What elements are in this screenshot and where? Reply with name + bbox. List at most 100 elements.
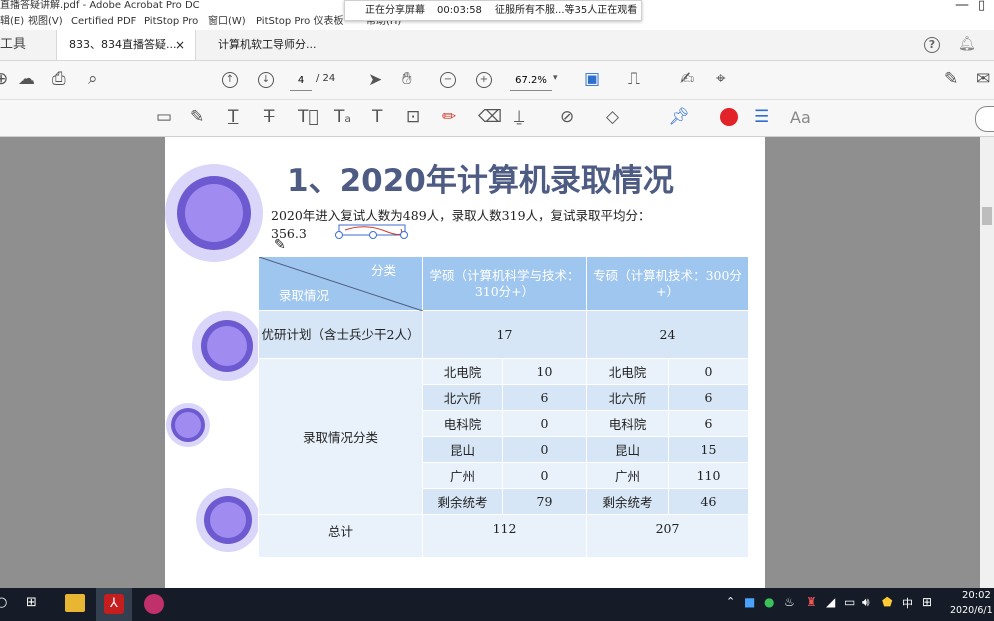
page-number-input[interactable] bbox=[290, 70, 312, 91]
page-heading: 1、2020年计算机录取情况 bbox=[287, 163, 674, 199]
attach-file-icon[interactable]: ⊘ bbox=[560, 107, 574, 127]
total-academic: 112 bbox=[422, 514, 587, 558]
file-explorer-icon[interactable] bbox=[65, 594, 85, 612]
battery-icon[interactable]: ▭ bbox=[844, 595, 855, 609]
wechat-icon[interactable]: ● bbox=[764, 595, 774, 609]
keyboard-icon[interactable]: ⊞ bbox=[922, 595, 932, 609]
sign-icon[interactable]: ✍ bbox=[680, 69, 694, 89]
search-zoom-icon[interactable]: ⌕ bbox=[88, 69, 98, 89]
menu-pitstop-pro[interactable]: PitStop Pro bbox=[144, 13, 198, 30]
upload-cloud-icon[interactable]: ☁ bbox=[18, 69, 35, 89]
show-hidden-icons[interactable]: ⌃ bbox=[726, 595, 735, 608]
admission-table: 分类 录取情况 学硕（计算机科学与技术：310分+） 专硕（计算机技术：300分… bbox=[258, 256, 749, 558]
header-professional: 专硕（计算机技术：300分+） bbox=[586, 256, 749, 311]
menu-edit[interactable]: 辑(E) bbox=[0, 13, 24, 30]
selection-handle-right[interactable] bbox=[400, 231, 408, 239]
color-dot-icon[interactable] bbox=[720, 108, 738, 126]
tab-document-2[interactable]: 计算机软工导师分... bbox=[206, 30, 346, 60]
table-cell: 北电院 bbox=[422, 358, 503, 385]
previous-page-icon[interactable]: ↑ bbox=[222, 72, 238, 88]
row-plan-label: 优研计划（含士兵少干2人） bbox=[258, 310, 423, 359]
header-status-label: 录取情况 bbox=[279, 288, 330, 303]
share-viewers[interactable]: 征服所有不服...等35人正在观看 bbox=[495, 1, 637, 20]
pin-icon[interactable]: 📌︎ bbox=[668, 107, 690, 127]
tray-icon-4[interactable]: ♜ bbox=[806, 595, 817, 609]
select-cursor-icon[interactable]: ➤ bbox=[368, 70, 382, 90]
selection-handle-middle[interactable] bbox=[369, 231, 377, 239]
decorative-circle-1 bbox=[165, 164, 263, 262]
scroll-mode-icon[interactable]: ⎍ bbox=[628, 69, 640, 89]
table-cell: 北六所 bbox=[422, 384, 503, 411]
clock-time[interactable]: 20:02 bbox=[962, 590, 991, 601]
table-cell: 6 bbox=[502, 384, 587, 411]
menu-certified-pdf[interactable]: Certified PDF bbox=[71, 13, 136, 30]
task-view-icon[interactable]: ⊞ bbox=[26, 595, 37, 610]
network-icon[interactable]: ◢ bbox=[826, 595, 835, 609]
tab-bar: 工具 833、834直播答疑... × 计算机软工导师分... ? 🔔︎ bbox=[0, 30, 994, 61]
fit-page-icon[interactable]: ▣ bbox=[584, 69, 600, 89]
help-icon[interactable]: ? bbox=[924, 37, 940, 53]
header-diagonal-cell: 分类 录取情况 bbox=[258, 256, 423, 311]
zoom-level-input[interactable] bbox=[510, 70, 552, 91]
table-cell: 6 bbox=[668, 384, 749, 411]
next-page-icon[interactable]: ↓ bbox=[258, 72, 274, 88]
fill-sign-icon[interactable]: ✎ bbox=[944, 69, 958, 89]
vertical-scrollbar[interactable] bbox=[980, 137, 994, 588]
table-cell: 0 bbox=[502, 462, 587, 489]
notification-bell-icon[interactable]: 🔔︎ bbox=[958, 36, 976, 52]
tab-document-1[interactable]: 833、834直播答疑... × bbox=[56, 30, 196, 60]
share-pill-button[interactable] bbox=[975, 106, 994, 132]
text-box-icon[interactable]: ⊡ bbox=[406, 107, 420, 127]
table-cell: 0 bbox=[502, 436, 587, 463]
zoom-out-icon[interactable]: − bbox=[440, 72, 456, 88]
email-icon[interactable]: ✉ bbox=[976, 69, 990, 89]
tab-close-icon[interactable]: × bbox=[175, 30, 185, 60]
menu-pitstop-dashboard[interactable]: PitStop Pro 仪表板 bbox=[256, 13, 343, 30]
line-weight-icon[interactable]: ☰ bbox=[754, 107, 769, 127]
share-status: 正在分享屏幕 bbox=[365, 5, 425, 16]
tray-icon-3[interactable]: ♨ bbox=[784, 595, 795, 609]
hand-tool-icon[interactable]: ✋︎ bbox=[402, 69, 412, 89]
selection-handle-left[interactable] bbox=[335, 231, 343, 239]
menu-view[interactable]: 视图(V) bbox=[28, 13, 63, 30]
zoom-in-icon[interactable]: + bbox=[476, 72, 492, 88]
stamp-icon[interactable]: ⍊ bbox=[514, 107, 524, 127]
ime-indicator[interactable]: 中 bbox=[902, 595, 913, 611]
table-cell: 广州 bbox=[422, 462, 503, 489]
sticky-note-icon[interactable]: ▭ bbox=[156, 107, 172, 127]
close-window-icon[interactable]: ▯ bbox=[978, 0, 985, 13]
create-icon[interactable]: ⊕ bbox=[0, 69, 8, 89]
insert-text-icon[interactable]: Tₐ bbox=[334, 107, 351, 127]
total-label: 总计 bbox=[258, 514, 423, 558]
share-duration: 00:03:58 bbox=[437, 5, 482, 16]
main-toolbar: ⊕ ☁ ⎙ ⌕ ↑ ↓ / 24 ➤ ✋︎ − + ▾ ▣ ⎍ ✍ ⌖ ✎ ✉ bbox=[0, 61, 994, 100]
pdf-page: 1、2020年计算机录取情况 2020年进入复试人数为489人，录取人数319人… bbox=[165, 137, 765, 588]
acrobat-taskbar-button[interactable]: ⅄ bbox=[96, 588, 132, 621]
search-icon[interactable]: ○ bbox=[0, 595, 7, 610]
security-shield-icon[interactable]: ⬟ bbox=[882, 595, 892, 609]
table-cell: 北六所 bbox=[586, 384, 669, 411]
minimize-icon[interactable]: — bbox=[955, 0, 969, 13]
clock-date[interactable]: 2020/6/1 bbox=[950, 605, 993, 616]
taskbar: ○ ⊞ ⅄ ⌃ ■ ● ♨ ♜ ◢ ▭ 🔊︎ ⬟ 中 ⊞ 20:02 2020/… bbox=[0, 588, 994, 621]
table-cell: 110 bbox=[668, 462, 749, 489]
menu-window[interactable]: 窗口(W) bbox=[208, 13, 246, 30]
pencil-icon[interactable]: ✏ bbox=[442, 107, 456, 127]
replace-text-icon[interactable]: T⃞ bbox=[298, 107, 319, 127]
font-size-icon[interactable]: Aa bbox=[790, 108, 811, 128]
scrollbar-thumb[interactable] bbox=[982, 207, 992, 225]
tray-app-icon[interactable]: ■ bbox=[744, 595, 755, 609]
stamp-tag-icon[interactable]: ⌖ bbox=[716, 69, 726, 89]
highlight-icon[interactable]: ✎ bbox=[190, 107, 204, 127]
underline-text-icon[interactable]: T bbox=[228, 107, 238, 127]
eraser-icon[interactable]: ⌫ bbox=[478, 107, 502, 127]
strikethrough-text-icon[interactable]: T bbox=[264, 107, 274, 127]
table-cell: 46 bbox=[668, 488, 749, 515]
print-icon[interactable]: ⎙ bbox=[52, 69, 66, 89]
tab-tools[interactable]: 工具 bbox=[0, 30, 54, 60]
volume-icon[interactable]: 🔊︎ bbox=[862, 595, 870, 610]
shapes-icon[interactable]: ◇ bbox=[606, 107, 619, 127]
add-text-icon[interactable]: T bbox=[372, 107, 382, 127]
zoom-dropdown-icon[interactable]: ▾ bbox=[553, 73, 558, 83]
app-icon[interactable] bbox=[144, 594, 164, 614]
